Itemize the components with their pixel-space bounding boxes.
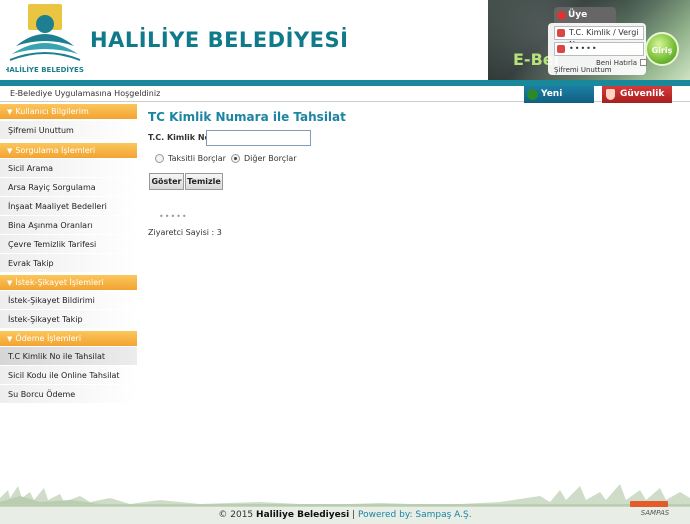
sidebar-item-record-search[interactable]: Sicil Arama [0,159,137,178]
sidebar-section-payments[interactable]: ▼ Ödeme İşlemleri [0,331,137,346]
welcome-text: E-Belediye Uygulamasına Hoşgeldiniz [10,89,161,98]
new-member-label: Yeni Üyelik [541,89,573,116]
sidebar: ▼ Kullanıcı Bilgilerim Şifremi Unuttum ▼ S… [0,104,137,404]
sidebar-item-land-value-query[interactable]: Arsa Rayiç Sorgulama [0,178,137,197]
forgot-password-link[interactable]: Şifremi Unuttum [554,66,612,74]
radio-installment-label: Taksitli Borçlar [168,154,226,163]
lock-icon [557,45,565,53]
new-member-button[interactable]: Yeni Üyelik [524,86,594,116]
page-header: HALİLİYE BELEDİYESİ HALİLİYE BELEDİYESİ … [0,0,690,80]
sampas-logo-text: SAMPAS [641,509,670,517]
key-icon [557,29,565,37]
radio-other-debts[interactable] [231,154,240,163]
login-button[interactable]: Giriş [645,32,679,66]
clear-button[interactable]: Temizle [185,173,223,190]
radio-installment-debts[interactable] [155,154,164,163]
sampas-logo[interactable]: SAMPAS [626,500,684,518]
visitor-count-value: 3 [216,228,222,237]
brand-title: HALİLİYE BELEDİYESİ [90,28,349,52]
footer-org: Haliliye Belediyesi [256,510,350,520]
footer-copyright: © 2015 [218,510,254,520]
footer-powered-by[interactable]: Powered by: Sampaş A.Ş. [358,510,472,520]
new-user-icon [527,89,538,100]
tc-number-label: T.C. Kimlik No [148,133,211,142]
sidebar-item-online-payment[interactable]: Sicil Kodu ile Online Tahsilat [0,366,137,385]
sidebar-item-document-tracking[interactable]: Evrak Takip [0,254,137,273]
radio-other-label: Diğer Borçlar [244,154,297,163]
remember-me-checkbox[interactable] [640,59,647,66]
login-tab: Üye Girişi [554,7,616,37]
login-password-input[interactable]: ••••• [554,42,644,56]
shield-icon [606,89,615,100]
sidebar-item-tc-payment[interactable]: T.C Kimlik No ile Tahsilat [0,347,137,366]
sidebar-item-depreciation-rates[interactable]: Bina Aşınma Oranları [0,216,137,235]
login-tc-input[interactable]: T.C. Kimlik / Vergi No [554,26,644,49]
visitor-count: Ziyaretci Sayisi : 3 [148,228,222,237]
tc-number-input[interactable] [206,130,311,146]
user-icon [557,11,566,20]
logo-text: HALİLİYE BELEDİYESİ [6,65,84,74]
sidebar-item-request-submit[interactable]: İstek-Şikayet Bildirimi [0,291,137,310]
security-label: Güvenlik [620,89,665,99]
loading-dots: ••••• [159,212,188,221]
login-box: Üye Girişi T.C. Kimlik / Vergi No ••••• … [544,2,686,76]
login-password-mask: ••••• [569,44,598,53]
sidebar-item-water-bill-payment[interactable]: Su Borcu Ödeme [0,385,137,404]
footer-text: © 2015 Haliliye Belediyesi | Powered by:… [0,510,690,520]
show-button[interactable]: Göster [149,173,184,190]
sidebar-section-user-info[interactable]: ▼ Kullanıcı Bilgilerim [0,104,137,119]
footer-separator: | [352,510,356,520]
security-button[interactable]: Güvenlik [602,86,672,103]
sidebar-item-request-tracking[interactable]: İstek-Şikayet Takip [0,310,137,329]
municipality-logo[interactable]: HALİLİYE BELEDİYESİ [6,2,84,76]
sidebar-item-cleaning-tariff[interactable]: Çevre Temizlik Tarifesi [0,235,137,254]
sidebar-item-construction-costs[interactable]: İnşaat Maaliyet Bedelleri [0,197,137,216]
visitor-count-label: Ziyaretci Sayisi : [148,228,215,237]
sidebar-section-requests[interactable]: ▼ İstek-Şikayet İşlemleri [0,275,137,290]
footer-grass-decoration [0,484,690,506]
sidebar-item-forgot-password[interactable]: Şifremi Unuttum [0,121,137,140]
page-title: TC Kimlik Numara ile Tahsilat [148,110,346,124]
sidebar-section-queries[interactable]: ▼ Sorgulama İşlemleri [0,143,137,158]
